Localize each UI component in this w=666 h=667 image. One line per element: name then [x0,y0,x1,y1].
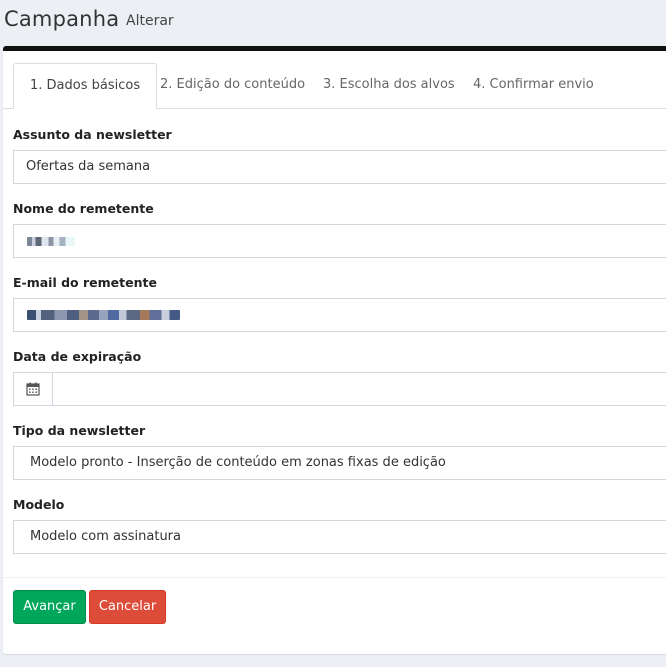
campaign-form-box: 1. Dados básicos 2. Edição do conteúdo 3… [3,46,666,654]
subject-input[interactable]: Ofertas da semana [13,150,666,184]
wizard-tabs: 1. Dados básicos 2. Edição do conteúdo 3… [3,63,666,109]
next-button[interactable]: Avançar [13,590,86,624]
sender-name-label: Nome do remetente [13,201,154,216]
sender-email-label: E-mail do remetente [13,275,157,290]
tab-confirm-send[interactable]: 4. Confirmar envio [457,63,610,108]
newsletter-type-select[interactable]: Modelo pronto - Inserção de conteúdo em … [13,446,666,480]
expiration-date-label: Data de expiração [13,349,142,364]
cancel-button[interactable]: Cancelar [89,590,166,624]
calendar-icon[interactable] [14,373,53,405]
template-label: Modelo [13,497,65,512]
expiration-date-group [13,372,666,406]
sender-name-input[interactable] [13,224,666,258]
form-footer-divider [3,577,666,578]
newsletter-type-label: Tipo da newsletter [13,423,146,438]
sender-email-input[interactable] [13,298,666,332]
tab-basic-data[interactable]: 1. Dados básicos [13,63,158,109]
page-title: Campanha [4,7,120,31]
subject-label: Assunto da newsletter [13,127,172,142]
tab-content-edit[interactable]: 2. Edição do conteúdo [144,63,321,108]
expiration-date-input[interactable] [53,373,666,405]
sender-name-redacted [27,237,75,246]
template-select[interactable]: Modelo com assinatura [13,520,666,554]
tab-target-choice[interactable]: 3. Escolha dos alvos [307,63,471,108]
page-header: Campanha Alterar [0,0,666,46]
sender-email-redacted [27,310,180,320]
page-subtitle: Alterar [126,13,174,29]
